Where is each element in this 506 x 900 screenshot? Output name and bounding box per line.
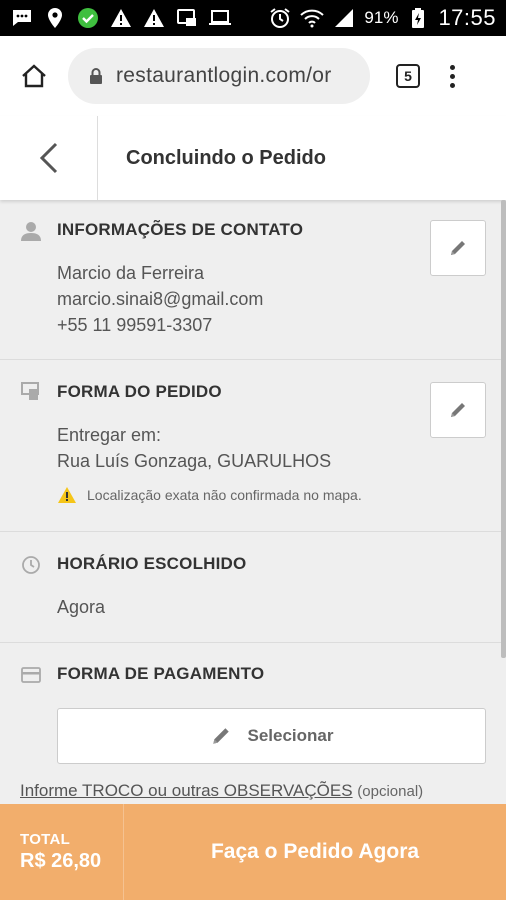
lock-icon	[88, 67, 104, 85]
deliver-label: Entregar em:	[57, 425, 162, 445]
select-payment-label: Selecionar	[247, 726, 334, 745]
order-form-title: FORMA DO PEDIDO	[57, 382, 222, 401]
page-header: Concluindo o Pedido	[0, 116, 506, 200]
notification-icons	[10, 6, 232, 30]
warning-icon	[58, 487, 76, 503]
credit-card-icon	[20, 664, 42, 686]
url-text: restaurantlogin.com/or	[116, 64, 332, 87]
order-footer: TOTAL R$ 26,80 Faça o Pedido Agora	[0, 804, 506, 900]
total-value: R$ 26,80	[20, 850, 102, 872]
battery-percent: 91%	[364, 8, 399, 27]
pencil-icon	[451, 403, 465, 417]
tab-switcher-button[interactable]: 5	[396, 64, 420, 88]
contact-name: Marcio da Ferreira	[57, 263, 205, 283]
back-button[interactable]	[0, 116, 98, 200]
select-payment-button[interactable]: Selecionar	[57, 708, 486, 764]
home-button[interactable]	[0, 36, 68, 116]
place-order-button[interactable]: Faça o Pedido Agora	[124, 804, 506, 900]
observations-optional: (opcional)	[357, 783, 424, 800]
observations-row: Informe TROCO ou outras OBSERVAÇÕES (opc…	[20, 781, 423, 801]
check-badge-icon	[76, 6, 100, 30]
pencil-icon	[212, 728, 229, 744]
warning-text: Localização exata não confirmada no mapa…	[87, 487, 362, 503]
browser-toolbar: restaurantlogin.com/or 5	[0, 36, 506, 116]
home-icon	[22, 64, 46, 88]
warning-icon	[109, 6, 133, 30]
payment-title: FORMA DE PAGAMENTO	[57, 664, 265, 683]
message-icon	[10, 6, 34, 30]
screenshot-icon	[175, 6, 199, 30]
wifi-icon	[300, 6, 325, 30]
edit-order-form-button[interactable]	[430, 382, 486, 438]
dot	[450, 82, 455, 88]
pencil-icon	[451, 241, 465, 255]
schedule-value: Agora	[57, 597, 106, 617]
delivery-icon	[20, 380, 42, 402]
contact-title: INFORMAÇÕES DE CONTATO	[57, 220, 304, 239]
chevron-left-icon	[39, 142, 57, 174]
page-title: Concluindo o Pedido	[126, 146, 326, 169]
dot	[450, 64, 455, 70]
total-label: TOTAL	[20, 831, 71, 848]
delivery-address: Rua Luís Gonzaga, GUARULHOS	[57, 451, 332, 471]
schedule-title: HORÁRIO ESCOLHIDO	[57, 554, 247, 573]
url-bar[interactable]: restaurantlogin.com/or	[68, 48, 370, 104]
total-box: TOTAL R$ 26,80	[0, 804, 124, 900]
contact-email: marcio.sinai8@gmail.com	[57, 289, 264, 309]
person-icon	[20, 220, 42, 242]
location-icon	[43, 6, 67, 30]
alarm-icon	[268, 6, 292, 30]
overflow-menu-button[interactable]	[450, 64, 455, 88]
order-form-section: FORMA DO PEDIDO Entregar em: Rua Luís Go…	[0, 360, 506, 532]
laptop-icon	[208, 6, 232, 30]
dot	[450, 73, 455, 79]
signal-icon	[332, 6, 356, 30]
battery-icon	[406, 6, 430, 30]
warning-icon	[142, 6, 166, 30]
status-bar: 91% 17:55	[0, 0, 506, 36]
contact-section: INFORMAÇÕES DE CONTATO Marcio da Ferreir…	[0, 200, 506, 360]
contact-phone: +55 11 99591-3307	[57, 315, 213, 335]
clock: 17:55	[438, 5, 496, 30]
status-right: 91% 17:55	[268, 5, 496, 31]
observations-link[interactable]: Informe TROCO ou outras OBSERVAÇÕES	[20, 781, 353, 800]
edit-contact-button[interactable]	[430, 220, 486, 276]
location-warning: Localização exata não confirmada no mapa…	[57, 486, 362, 504]
clock-icon	[20, 554, 42, 576]
schedule-section: HORÁRIO ESCOLHIDO Agora	[0, 532, 506, 643]
scrollbar[interactable]	[501, 200, 506, 658]
